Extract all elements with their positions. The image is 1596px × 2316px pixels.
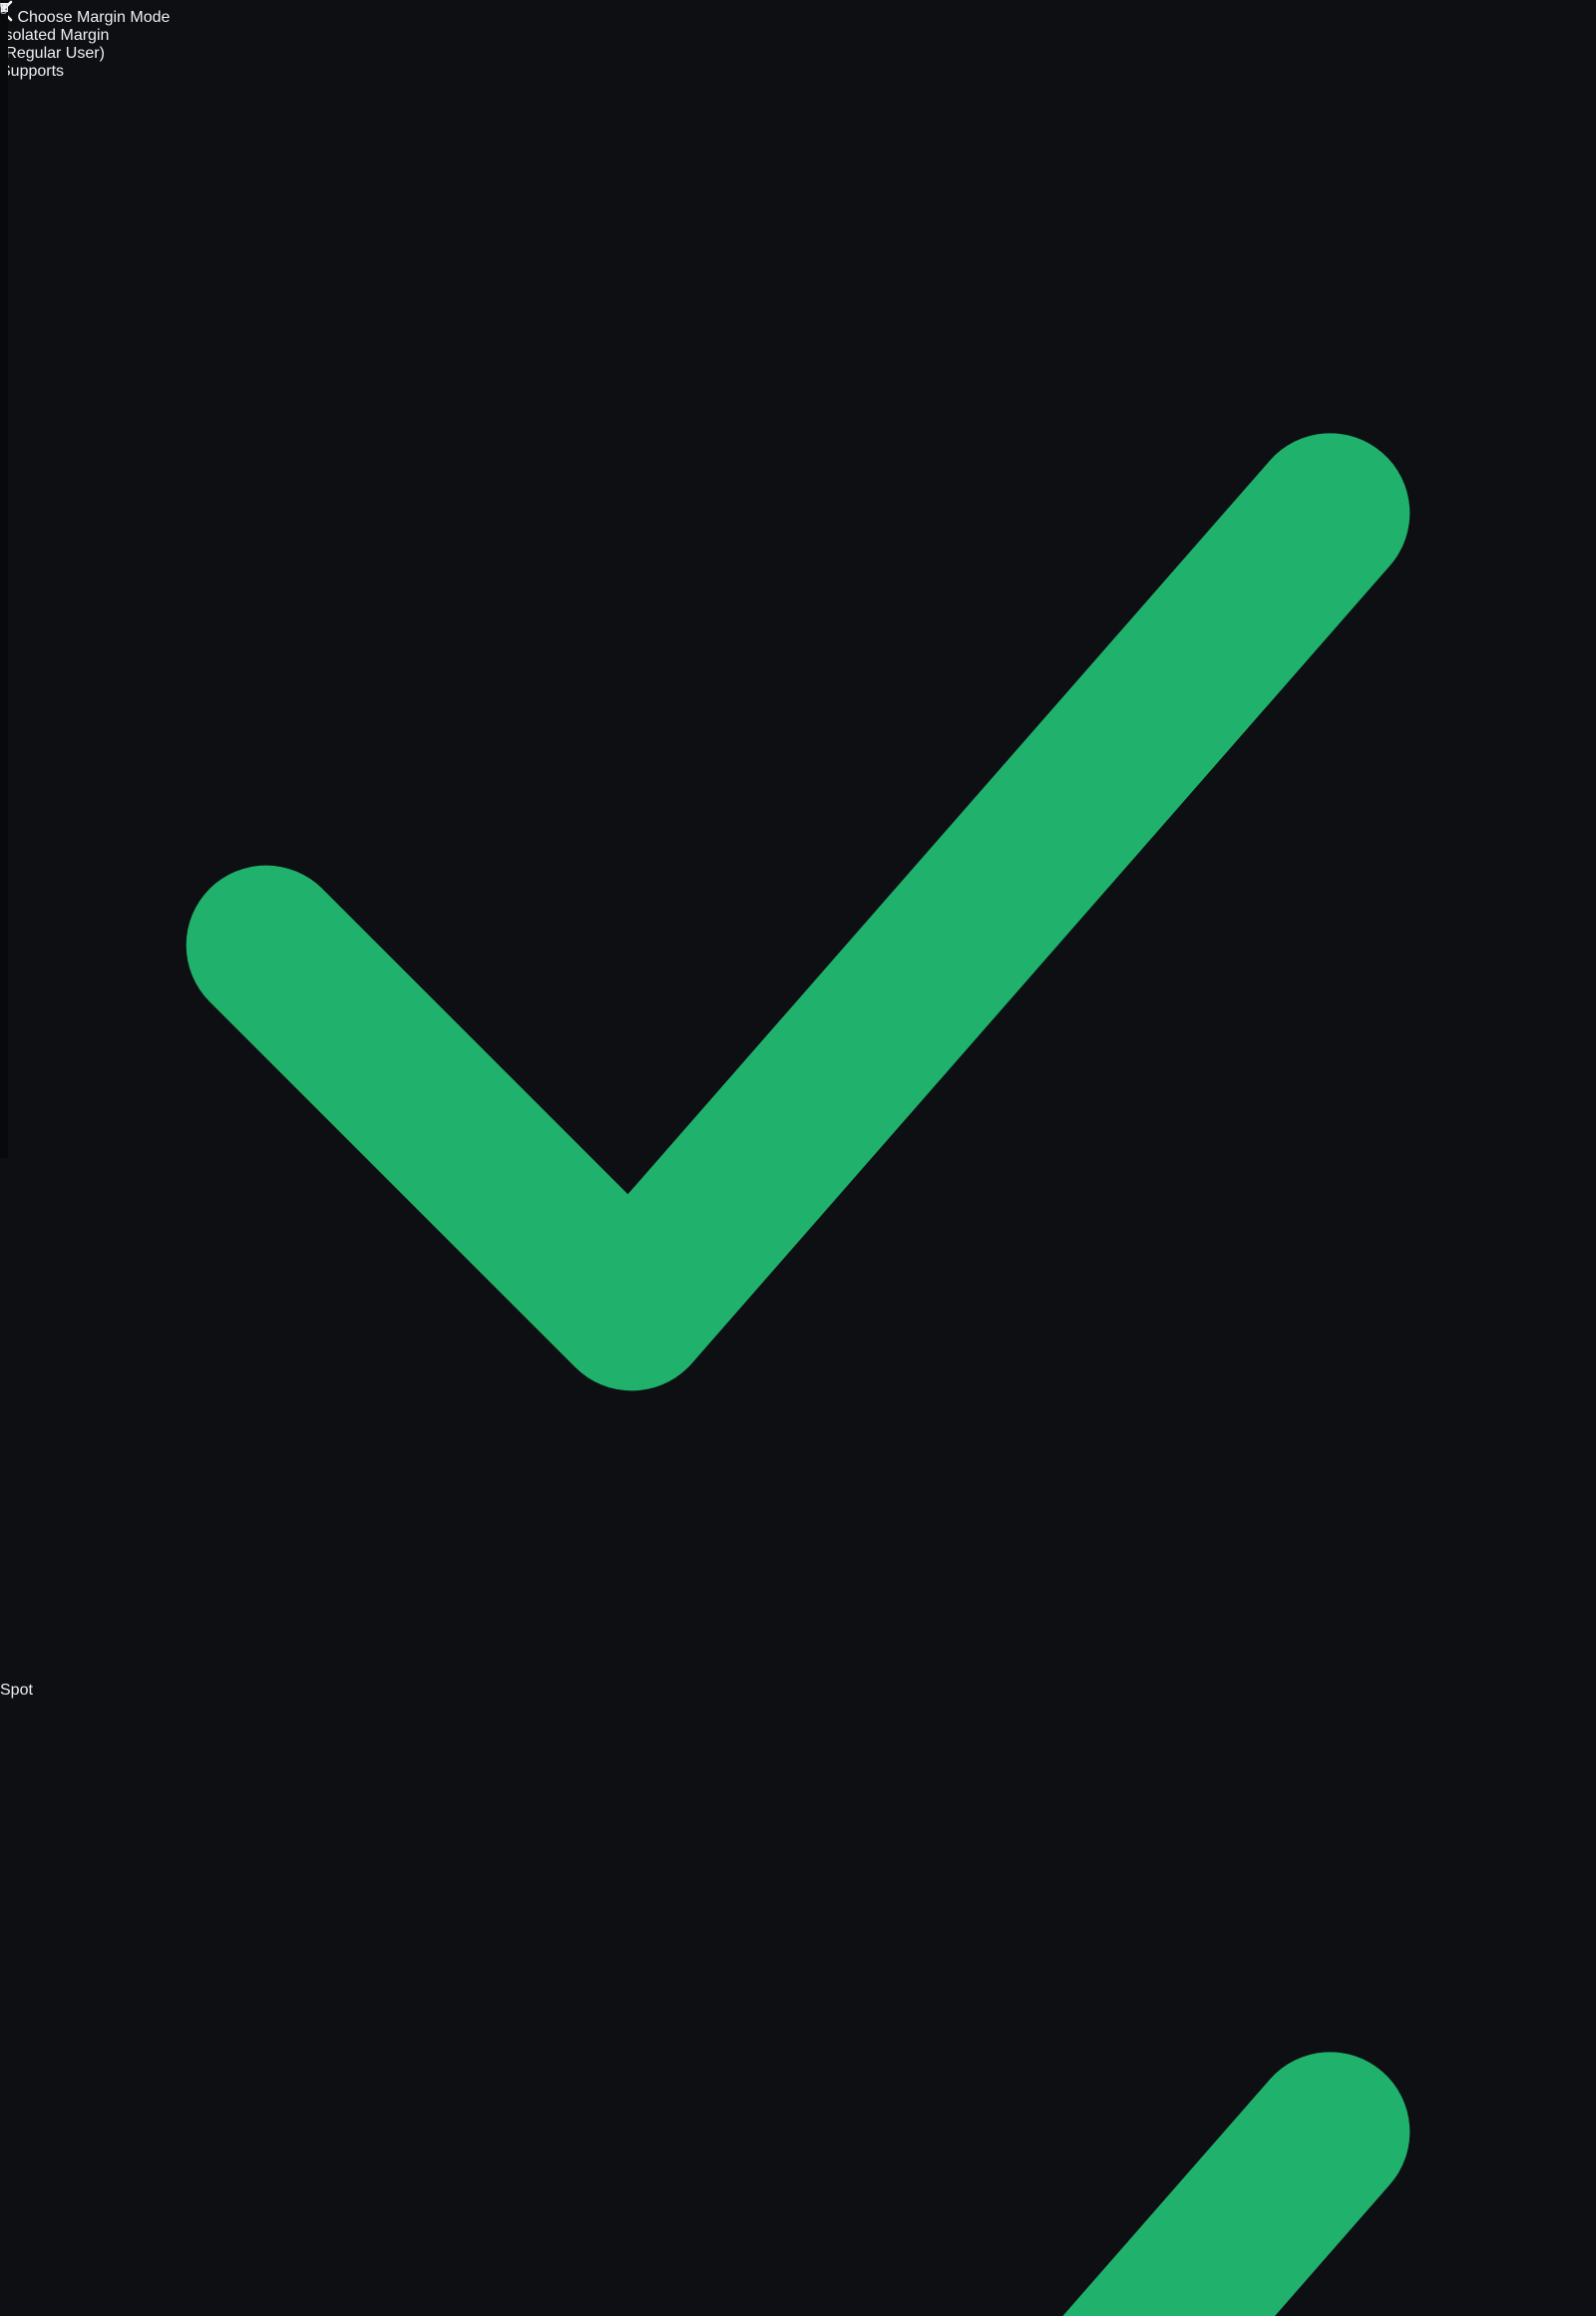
section-supports: Supports Spot USDT-Perp, USDC-Perp and U…: [0, 63, 1596, 2316]
card-isolated-margin: Isolated Margin (Regular User) Supports …: [0, 27, 1596, 2316]
section-label: Supports: [0, 63, 1596, 81]
card-title: Isolated Margin: [0, 27, 1596, 45]
card-sections: Supports Spot USDT-Perp, USDC-Perp and U…: [0, 63, 1596, 2316]
background-page-edge: s % H .5 Tr: [0, 0, 8, 1158]
list-item: USDT-Perp, USDC-Perp and USDC-Futures: [0, 1700, 1596, 2316]
card-subtitle: (Regular User): [0, 45, 1596, 63]
list-item-text: Spot: [0, 1682, 33, 1699]
check-icon: [0, 1700, 1596, 2316]
edge-text-fragment: Tr: [0, 0, 8, 15]
modal-header: Choose Margin Mode: [0, 0, 1596, 27]
list-item: Spot: [0, 81, 1596, 1700]
margin-mode-cards: Isolated Margin (Regular User) Supports …: [0, 27, 1596, 2316]
page-title: Choose Margin Mode: [17, 9, 170, 26]
check-icon: [0, 81, 1596, 1677]
